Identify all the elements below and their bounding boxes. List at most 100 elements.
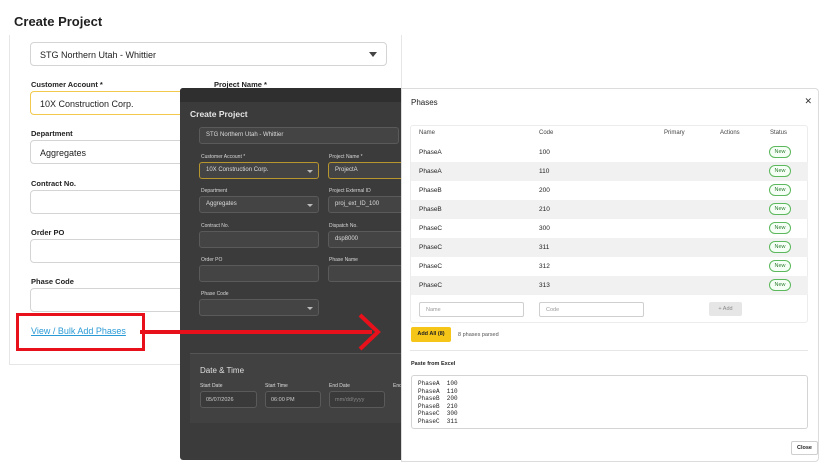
phase-name-cell: PhaseC	[419, 263, 443, 270]
phase-code-cell: 313	[539, 282, 550, 289]
department-label: Department	[31, 129, 73, 138]
status-badge: New	[769, 203, 791, 215]
overlay-dispatch-no-label: Dispatch No.	[329, 223, 358, 229]
phase-name-cell: PhaseC	[419, 244, 443, 251]
paste-textarea[interactable]: PhaseA 100 PhaseA 110 PhaseB 200 PhaseB 210…	[411, 375, 808, 429]
chevron-down-icon	[369, 52, 377, 57]
phase-code-cell: 200	[539, 187, 550, 194]
paste-line: PhaseA 110	[418, 387, 458, 395]
phase-code-cell: 210	[539, 206, 550, 213]
overlay-date-time-title: Date & Time	[200, 366, 245, 375]
divider	[410, 350, 808, 351]
overlay-external-id-input: proj_ext_ID_100	[328, 196, 402, 213]
table-row: PhaseC 312 New	[411, 257, 808, 276]
paste-line: PhaseC 311	[418, 417, 458, 425]
overlay-end-date-label: End Date	[329, 383, 350, 389]
order-po-label: Order PO	[31, 228, 65, 237]
parsed-count-text: 8 phases parsed	[458, 332, 499, 338]
phase-name-input[interactable]: Name	[419, 302, 524, 317]
overlay-department-select: Aggregates	[199, 196, 319, 213]
add-all-button[interactable]: Add All (8)	[411, 327, 451, 342]
close-button[interactable]: Close	[791, 441, 818, 455]
phase-code-cell: 311	[539, 244, 550, 251]
overlay-customer-account-label: Customer Account *	[201, 154, 246, 160]
phase-code-cell: 300	[539, 225, 550, 232]
table-row: PhaseC 313 New	[411, 276, 808, 295]
status-badge: New	[769, 241, 791, 253]
dimmed-create-project-preview: Create Project STG Northern Utah - Whitt…	[180, 88, 402, 460]
overlay-order-po-input	[199, 265, 319, 282]
overlay-phase-name-input	[328, 265, 402, 282]
overlay-start-date-value: 05/07/2026	[206, 397, 234, 403]
overlay-phase-code-label: Phase Code	[201, 291, 229, 297]
overlay-header-bar	[180, 88, 402, 102]
add-phase-button[interactable]: + Add	[709, 302, 742, 316]
modal-title: Phases	[411, 98, 438, 107]
order-po-input[interactable]	[30, 239, 185, 263]
phase-code-input[interactable]	[30, 288, 185, 312]
phase-name-placeholder: Name	[426, 307, 441, 313]
overlay-contract-no-label: Contract No.	[201, 223, 230, 229]
close-icon[interactable]: ✕	[804, 96, 812, 107]
red-arrow-icon	[140, 313, 381, 351]
department-select[interactable]: Aggregates	[30, 140, 185, 164]
customer-account-select[interactable]: 10X Construction Corp.	[30, 91, 185, 115]
table-row: PhaseB 210 New	[411, 200, 808, 219]
paste-line: PhaseC 300	[418, 410, 458, 418]
status-badge: New	[769, 279, 791, 291]
overlay-start-date-input: 05/07/2026	[200, 391, 257, 408]
overlay-start-date-label: Start Date	[200, 383, 223, 389]
overlay-title: Create Project	[190, 109, 248, 119]
overlay-start-time-label: Start Time	[265, 383, 288, 389]
paste-line: PhaseB 210	[418, 402, 458, 410]
phase-name-cell: PhaseB	[419, 206, 442, 213]
overlay-order-po-label: Order PO	[201, 257, 223, 263]
customer-account-value: 10X Construction Corp.	[40, 99, 134, 109]
column-header-name: Name	[419, 130, 436, 136]
table-row: PhaseB 200 New	[411, 181, 808, 200]
page-title: Create Project	[14, 14, 103, 29]
overlay-end-date-placeholder: mm/dd/yyyy	[335, 397, 365, 403]
overlay-customer-account-select: 10X Construction Corp.	[199, 162, 319, 179]
overlay-contract-no-input	[199, 231, 319, 248]
overlay-dispatch-no-input: dsp8000	[328, 231, 402, 248]
contract-no-input[interactable]	[30, 190, 185, 214]
overlay-chevron-down-icon	[307, 170, 313, 173]
phase-code-cell: 312	[539, 263, 550, 270]
company-select[interactable]: STG Northern Utah - Whittier	[30, 42, 387, 66]
overlay-external-id-label: Project External ID	[329, 188, 371, 194]
column-header-actions: Actions	[720, 130, 740, 136]
overlay-project-name-value: ProjectA	[335, 167, 358, 173]
phase-code-label: Phase Code	[31, 277, 74, 286]
paste-line: PhaseB 200	[418, 395, 458, 403]
phase-name-cell: PhaseA	[419, 168, 442, 175]
status-badge: New	[769, 146, 791, 158]
overlay-external-id-value: proj_ext_ID_100	[335, 201, 380, 207]
phase-code-input[interactable]: Code	[539, 302, 644, 317]
bulk-add-phases-link[interactable]: View / Bulk Add Phases	[31, 326, 126, 336]
status-badge: New	[769, 184, 791, 196]
phase-code-placeholder: Code	[546, 307, 560, 313]
column-header-status: Status	[770, 130, 788, 136]
phase-name-cell: PhaseC	[419, 225, 443, 232]
overlay-chevron-down-icon	[307, 307, 313, 310]
column-header-code: Code	[539, 130, 554, 136]
overlay-end-date-input: mm/dd/yyyy	[329, 391, 385, 408]
contract-no-label: Contract No.	[31, 179, 76, 188]
overlay-dispatch-no-value: dsp8000	[335, 236, 359, 242]
overlay-customer-account-value: 10X Construction Corp.	[206, 167, 269, 173]
paste-line: PhaseA 100	[418, 380, 458, 387]
overlay-start-time-value: 06:00 PM	[271, 397, 295, 403]
overlay-chevron-down-icon	[307, 204, 313, 207]
phase-name-cell: PhaseC	[419, 282, 443, 289]
overlay-project-name-label: Project Name *	[329, 154, 363, 160]
table-row: PhaseC 300 New	[411, 219, 808, 238]
status-badge: New	[769, 165, 791, 177]
paste-from-excel-label: Paste from Excel	[411, 361, 456, 367]
phases-modal: Phases ✕ Name Code Primary Actions Statu…	[401, 88, 819, 462]
overlay-start-time-input: 06:00 PM	[265, 391, 321, 408]
phase-name-cell: PhaseB	[419, 187, 442, 194]
overlay-department-value: Aggregates	[206, 201, 237, 207]
overlay-department-label: Department	[201, 188, 228, 194]
overlay-company-select: STG Northern Utah - Whittier	[199, 127, 399, 144]
